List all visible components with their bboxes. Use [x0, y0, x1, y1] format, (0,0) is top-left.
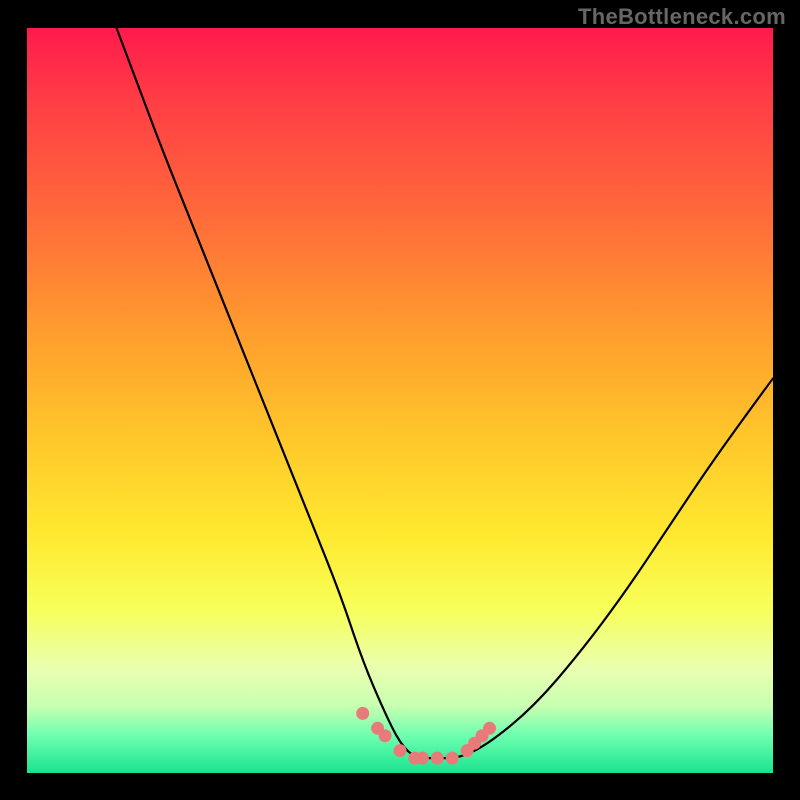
marker-point: [431, 752, 444, 765]
chart-area: [27, 28, 773, 773]
marker-group: [356, 707, 496, 765]
bottleneck-curve-svg: [27, 28, 773, 773]
marker-point: [483, 722, 496, 735]
watermark-text: TheBottleneck.com: [578, 4, 786, 30]
marker-point: [446, 752, 459, 765]
marker-point: [394, 744, 407, 757]
marker-point: [356, 707, 369, 720]
marker-point: [379, 729, 392, 742]
marker-point: [416, 752, 429, 765]
bottleneck-curve: [117, 28, 773, 758]
chart-frame: TheBottleneck.com: [0, 0, 800, 800]
